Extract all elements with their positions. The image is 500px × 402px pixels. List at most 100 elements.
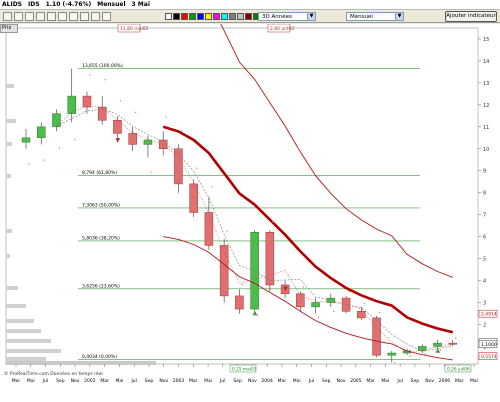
sar-dot — [150, 171, 152, 174]
top-flag-label: 2,80 oct03 — [270, 26, 294, 32]
volume-profile-bar — [6, 304, 26, 308]
text-tool-icon[interactable] — [58, 12, 67, 21]
candlestick — [158, 139, 168, 150]
x-tick-label: Jul — [396, 378, 402, 384]
color-swatch[interactable] — [229, 13, 236, 20]
price-badge-label: 2,4914 — [481, 311, 497, 317]
volume-profile-bar — [6, 329, 41, 333]
volume-profile-bar — [6, 229, 12, 233]
y-tick-label: 2 — [483, 322, 486, 328]
candlestick — [296, 293, 305, 308]
color-swatch[interactable] — [197, 13, 204, 20]
x-tick-label: Sep — [411, 378, 420, 384]
add-indicator-button[interactable]: Ajouter indicateur — [445, 11, 497, 22]
symbol-label: ALIDS — [2, 1, 23, 8]
sar-dot — [134, 111, 137, 114]
sar-dot — [409, 355, 411, 357]
candlestick — [21, 137, 31, 143]
volume-profile-bar — [6, 286, 18, 290]
y-tick-label: 13 — [483, 81, 489, 87]
zoom-tool-icon[interactable] — [14, 12, 23, 21]
x-tick-label: Jul — [130, 378, 136, 384]
sar-dot — [211, 186, 213, 188]
color-swatch[interactable] — [173, 13, 180, 20]
sar-dot — [287, 274, 289, 276]
chart-type-select[interactable]: 3D Années ▼ — [258, 12, 316, 21]
volume-profile-bar — [6, 339, 51, 343]
candlestick — [67, 95, 76, 114]
price-badge-label: 1,1000 — [481, 342, 497, 348]
chart-type-value: 3D Années — [262, 14, 292, 20]
x-tick-label: Nov — [337, 378, 346, 384]
price-badge-label: 0,5574 — [481, 354, 497, 360]
color-swatch[interactable] — [237, 13, 244, 20]
sar-dot — [424, 353, 426, 355]
fibonacci-tool-icon[interactable] — [47, 12, 56, 21]
color-swatch[interactable] — [213, 13, 220, 20]
line-tool-icon[interactable] — [25, 12, 34, 21]
x-tick-label: Mar — [100, 378, 109, 384]
signal-arrow-icon: ▼ — [283, 285, 288, 292]
x-tick-label: Nov — [425, 378, 434, 384]
sar-dot — [272, 221, 274, 223]
color-swatch[interactable] — [189, 13, 196, 20]
x-tick-label: 2005 — [350, 378, 362, 384]
signal-arrow-icon: ▲ — [436, 347, 441, 354]
candlestick — [174, 148, 183, 185]
color-swatch[interactable] — [181, 13, 188, 20]
volume-profile-bar — [6, 119, 16, 123]
x-tick-label: 2004 — [261, 378, 273, 384]
y-tick-label: 7 — [483, 213, 486, 219]
sar-dot — [119, 99, 122, 102]
date-label: 3 Mai — [131, 1, 150, 8]
candlestick — [326, 297, 336, 303]
app-window: ALIDS IDS 1.10 (-4.76%) Mensuel 3 Mai 3D… — [0, 0, 500, 400]
price-chart[interactable]: 12345678910111213141513,655 (100,00%)8,7… — [0, 0, 500, 400]
sar-dot — [180, 130, 183, 132]
sar-dot — [195, 167, 198, 169]
x-tick-label: Sep — [322, 378, 331, 384]
rectangle-tool-icon[interactable] — [69, 12, 78, 21]
sar-dot — [455, 337, 457, 339]
arrow-tool-icon[interactable] — [80, 12, 89, 21]
x-tick-label: Jul — [42, 378, 48, 384]
y-tick-label: 10 — [483, 147, 489, 153]
color-swatch[interactable] — [165, 13, 172, 20]
channel-tool-icon[interactable] — [36, 12, 45, 21]
title-bar: ALIDS IDS 1.10 (-4.76%) Mensuel 3 Mai — [0, 0, 500, 10]
sar-dot — [43, 159, 45, 161]
candlestick — [143, 139, 153, 145]
x-tick-label: 2006 — [439, 378, 451, 384]
color-swatch[interactable] — [205, 13, 212, 20]
timeframe-select[interactable]: Mensuel ▼ — [346, 12, 404, 21]
x-tick-label: Nov — [159, 378, 168, 384]
sar-dot — [104, 79, 106, 81]
x-tick-label: Mai — [27, 378, 35, 384]
period-label: Mensuel — [97, 1, 126, 8]
price-tab[interactable]: Prix — [0, 24, 18, 33]
erase-tool-icon[interactable] — [91, 12, 100, 21]
y-tick-label: 8 — [483, 191, 486, 197]
x-tick-label: Mai — [470, 378, 478, 384]
x-tick-label: Mar — [12, 378, 21, 384]
x-tick-label: Mai — [293, 378, 301, 384]
x-tick-label: 2003 — [173, 378, 185, 384]
color-swatch[interactable] — [245, 13, 252, 20]
pointer-tool-icon[interactable] — [3, 12, 12, 21]
sar-dot — [165, 116, 167, 118]
settings-icon[interactable] — [102, 12, 111, 21]
y-tick-label: 4 — [483, 279, 486, 285]
sar-dot — [58, 147, 61, 149]
x-tick-label: Mai — [381, 378, 389, 384]
candlestick — [235, 295, 244, 310]
toolbar: 3D Années ▼ Mensuel ▼ Ajouter indicateur — [0, 10, 500, 23]
volume-profile-bar — [6, 349, 61, 353]
color-swatch[interactable] — [221, 13, 228, 20]
candlestick — [448, 342, 458, 345]
x-tick-label: Mar — [189, 378, 198, 384]
signal-arrow-icon: ▲ — [253, 310, 258, 317]
fib-level-label: 3,6256 (23,60%) — [82, 283, 120, 289]
y-tick-label: 15 — [483, 37, 489, 43]
sar-dot — [348, 290, 350, 293]
candlestick — [36, 126, 46, 139]
